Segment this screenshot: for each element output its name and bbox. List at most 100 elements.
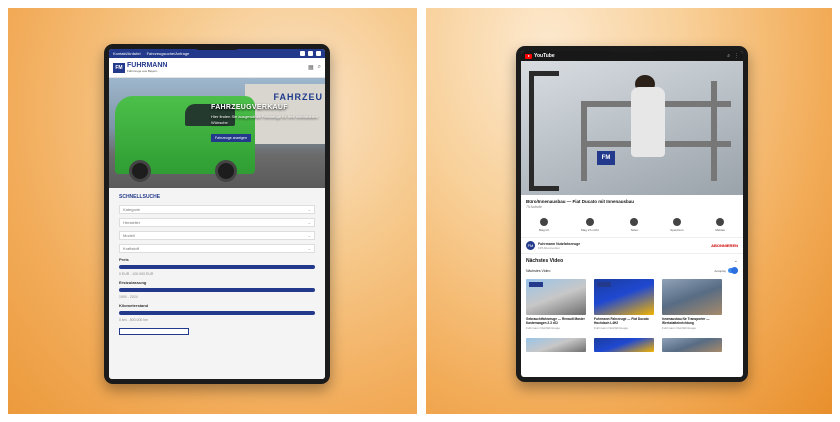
chevron-down-icon: ⌄ (307, 207, 311, 212)
video-thumbnail[interactable] (662, 338, 722, 352)
right-panel: YouTube ⌕ ⋮ FM Büro/Innenausbau — Fiat D… (426, 8, 832, 414)
suggested-video-channel: Fuhrmann Nutzfahrzeuge (526, 326, 561, 330)
van-rear-wheel (215, 160, 237, 182)
youtube-logo[interactable]: YouTube (525, 53, 555, 59)
price-range-value: 0 EUR - 100.000 EUR (119, 272, 154, 276)
brand-header: FM FUHRMANN Fahrzeuge aus Bayern ▦ ⌕ (109, 58, 325, 78)
hero-subtitle: Hier finden Sie ausgewählte Fahrzeuge fü… (211, 114, 318, 125)
youtube-play-icon (525, 53, 532, 59)
facebook-icon[interactable] (300, 51, 305, 56)
video-title: Büro/Innenausbau — Fiat Ducato mit Innen… (526, 199, 635, 204)
channel-subscribers: 105 Abonnenten (538, 245, 560, 250)
range-label-price: Preis (119, 257, 129, 262)
left-panel: Kontakt/Anfahrt Fahrzeugsuche/Anfrage FM… (8, 8, 417, 414)
select-manufacturer[interactable]: Hersteller ⌄ (119, 218, 315, 227)
flag-icon (716, 218, 725, 226)
suggested-video-channel: Fuhrmann Nutzfahrzeuge (662, 326, 697, 330)
quick-search-title: SCHNELLSUCHE (119, 194, 161, 200)
website-topbar: Kontakt/Anfahrt Fahrzeugsuche/Anfrage (109, 49, 325, 58)
site-logo[interactable]: FM FUHRMANN Fahrzeuge aus Bayern (113, 62, 167, 73)
dislike-button[interactable]: Mag ich nicht (581, 218, 599, 232)
more-icon[interactable]: ⋮ (734, 53, 739, 59)
search-submit-button[interactable] (119, 328, 189, 335)
suggested-video-card[interactable]: Fuhrmann Fahrzeuge — Fiat Ducato Hochdac… (594, 279, 654, 330)
youtube-icon[interactable] (316, 51, 321, 56)
channel-row: FM Fuhrmann Nutzfahrzeuge 105 Abonnenten… (521, 237, 743, 254)
like-button[interactable]: Mag ich (539, 218, 549, 232)
video-player[interactable]: FM (521, 61, 743, 195)
video-thumbnail (594, 279, 654, 315)
report-button[interactable]: Melden (715, 218, 725, 232)
logo-tagline: Fahrzeuge aus Bayern (127, 69, 158, 73)
hero-text: FAHRZEUGVERKAUF Hier finden Sie ausgewäh… (211, 104, 321, 144)
range-label-mileage: Kilometerstand (119, 303, 149, 308)
topbar-link-contact[interactable]: Kontakt/Anfahrt (113, 51, 141, 56)
select-category[interactable]: Kategorie ⌄ (119, 205, 315, 214)
chevron-down-icon: ⌄ (307, 233, 311, 238)
share-button[interactable]: Teilen (630, 218, 639, 232)
suggested-videos-row-2 (521, 334, 743, 356)
hero-title: FAHRZEUGVERKAUF (211, 104, 288, 111)
suggested-video-card[interactable]: Gebrauchtfahrzeuge — Renault Master Kast… (526, 279, 586, 330)
registration-range-slider[interactable] (119, 288, 315, 292)
tablet-youtube: YouTube ⌕ ⋮ FM Büro/Innenausbau — Fiat D… (516, 46, 748, 382)
suggested-video-title: Innenausbau für Transporter — Werkstatte… (662, 317, 710, 325)
grid-icon[interactable]: ▦ (308, 64, 314, 71)
video-thumbnail[interactable] (526, 338, 586, 352)
quick-search: SCHNELLSUCHE Kategorie ⌄ Hersteller ⌄ Mode… (109, 188, 325, 379)
camera-notch (194, 44, 240, 50)
website-screen: Kontakt/Anfahrt Fahrzeugsuche/Anfrage FM… (109, 49, 325, 379)
instagram-icon[interactable] (308, 51, 313, 56)
select-model[interactable]: Modell ⌄ (119, 231, 315, 240)
registration-range-value: 1990 - 2024 (119, 295, 138, 299)
mileage-range-slider[interactable] (119, 311, 315, 315)
subscribe-button[interactable]: ABONNIEREN (711, 243, 738, 248)
topbar-link-vehicle-search[interactable]: Fahrzeugsuche/Anfrage (147, 51, 190, 56)
suggested-video-card[interactable]: Innenausbau für Transporter — Werkstatte… (662, 279, 722, 330)
video-thumbnail (662, 279, 722, 315)
channel-name[interactable]: Fuhrmann Nutzfahrzeuge (538, 242, 580, 246)
chevron-down-icon: ⌄ (307, 246, 311, 251)
worker-figure (631, 87, 665, 157)
social-links (300, 51, 321, 56)
logo-mark: FM (113, 62, 125, 73)
video-actions: Mag ich Mag ich nicht Teilen Speichern M… (521, 213, 743, 237)
channel-badge (529, 282, 543, 287)
shelf-post (711, 81, 717, 181)
autoplay-toggle-label: Autoplay (714, 268, 726, 273)
suggested-video-title: Fuhrmann Fahrzeuge — Fiat Ducato Hochdac… (594, 317, 649, 325)
up-next-title: Nächstes Video (526, 258, 564, 264)
share-icon (630, 218, 639, 226)
price-range-slider[interactable] (119, 265, 315, 269)
youtube-top-icons: ⌕ ⋮ (727, 53, 739, 59)
search-icon[interactable]: ⌕ (318, 64, 321, 71)
autoplay-toggle[interactable] (728, 267, 738, 274)
van-door-frame (529, 71, 559, 191)
video-watermark-logo: FM (597, 151, 615, 165)
save-button[interactable]: Speichern (670, 218, 684, 232)
youtube-topbar: YouTube ⌕ ⋮ (521, 51, 743, 61)
suggested-video-channel: Fuhrmann Nutzfahrzeuge (594, 326, 629, 330)
chevron-down-icon[interactable]: ⌄ (734, 258, 738, 264)
building-sign: FAHRZEU (273, 92, 323, 102)
thumbs-down-icon (585, 218, 594, 226)
mileage-range-value: 0 km - 500.000 km (119, 318, 148, 322)
search-icon[interactable]: ⌕ (727, 53, 730, 59)
video-thumbnail (526, 279, 586, 315)
thumbs-up-icon (540, 218, 549, 226)
chevron-down-icon: ⌄ (307, 220, 311, 225)
logo-name: FUHRMANN (127, 62, 168, 69)
video-meta: Büro/Innenausbau — Fiat Ducato mit Innen… (521, 195, 743, 213)
tablet-website: Kontakt/Anfahrt Fahrzeugsuche/Anfrage FM… (104, 44, 330, 384)
select-fuel[interactable]: Kraftstoff ⌄ (119, 244, 315, 253)
video-views: 75 Aufrufe (526, 205, 542, 209)
video-thumbnail[interactable] (594, 338, 654, 352)
suggested-videos: Gebrauchtfahrzeuge — Renault Master Kast… (521, 275, 743, 334)
save-icon (672, 218, 681, 226)
youtube-screen: YouTube ⌕ ⋮ FM Büro/Innenausbau — Fiat D… (521, 51, 743, 377)
shelf-post (581, 101, 587, 181)
header-icons: ▦ ⌕ (308, 64, 321, 71)
hero-cta-button[interactable]: Fahrzeuge anzeigen (211, 134, 251, 142)
channel-avatar[interactable]: FM (526, 241, 535, 250)
hero-banner: FAHRZEU FAHRZEUGVERKAUF Hier finden Sie … (109, 78, 325, 188)
